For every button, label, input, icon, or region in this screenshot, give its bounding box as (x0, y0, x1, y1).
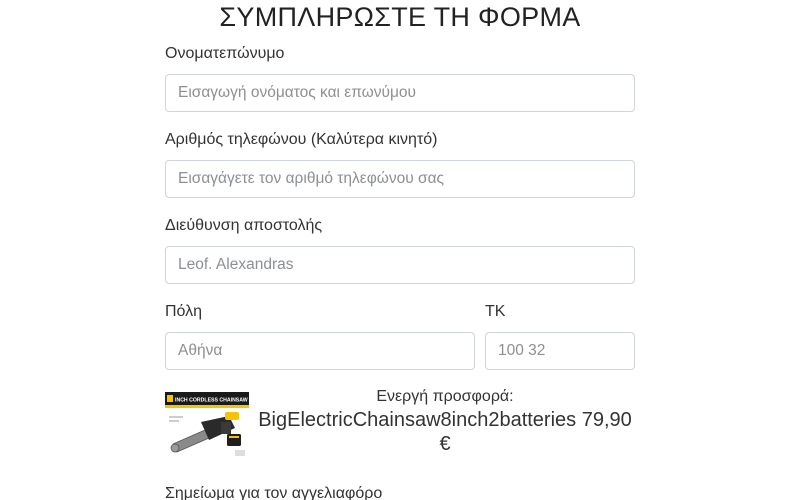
offer-caption: Ενεργή προσφορά: (376, 388, 514, 405)
product-image: INCH CORDLESS CHAINSAW (165, 392, 249, 462)
full-name-input[interactable] (165, 74, 635, 112)
order-form-page: ΣΥΜΠΛΗΡΩΣΤΕ ΤΗ ΦΟΡΜΑ Ονοματεπώνυμο Αριθμ… (0, 0, 800, 500)
address-label: Διεύθυνση αποστολής (165, 217, 323, 234)
courier-note-label: Σημείωμα για τον αγγελιαφόρο (165, 485, 383, 500)
phone-label: Αριθμός τηλεφώνου (Καλύτερα κινητό) (165, 131, 438, 148)
postal-code-input[interactable] (485, 332, 635, 370)
full-name-label: Ονοματεπώνυμο (165, 45, 285, 62)
product-image-banner-text: INCH CORDLESS CHAINSAW (175, 398, 248, 404)
address-input[interactable] (165, 246, 635, 284)
city-input[interactable] (165, 332, 475, 370)
city-label: Πόλη (165, 303, 203, 320)
offer-product-price: BigElectricChainsaw8inch2batteries 79,90… (258, 409, 632, 455)
offer-block: Ενεργή προσφορά: BigElectricChainsaw8inc… (255, 386, 635, 456)
form-title: ΣΥΜΠΛΗΡΩΣΤΕ ΤΗ ΦΟΡΜΑ (219, 2, 581, 32)
phone-input[interactable] (165, 160, 635, 198)
postal-code-label: ΤΚ (485, 303, 506, 320)
